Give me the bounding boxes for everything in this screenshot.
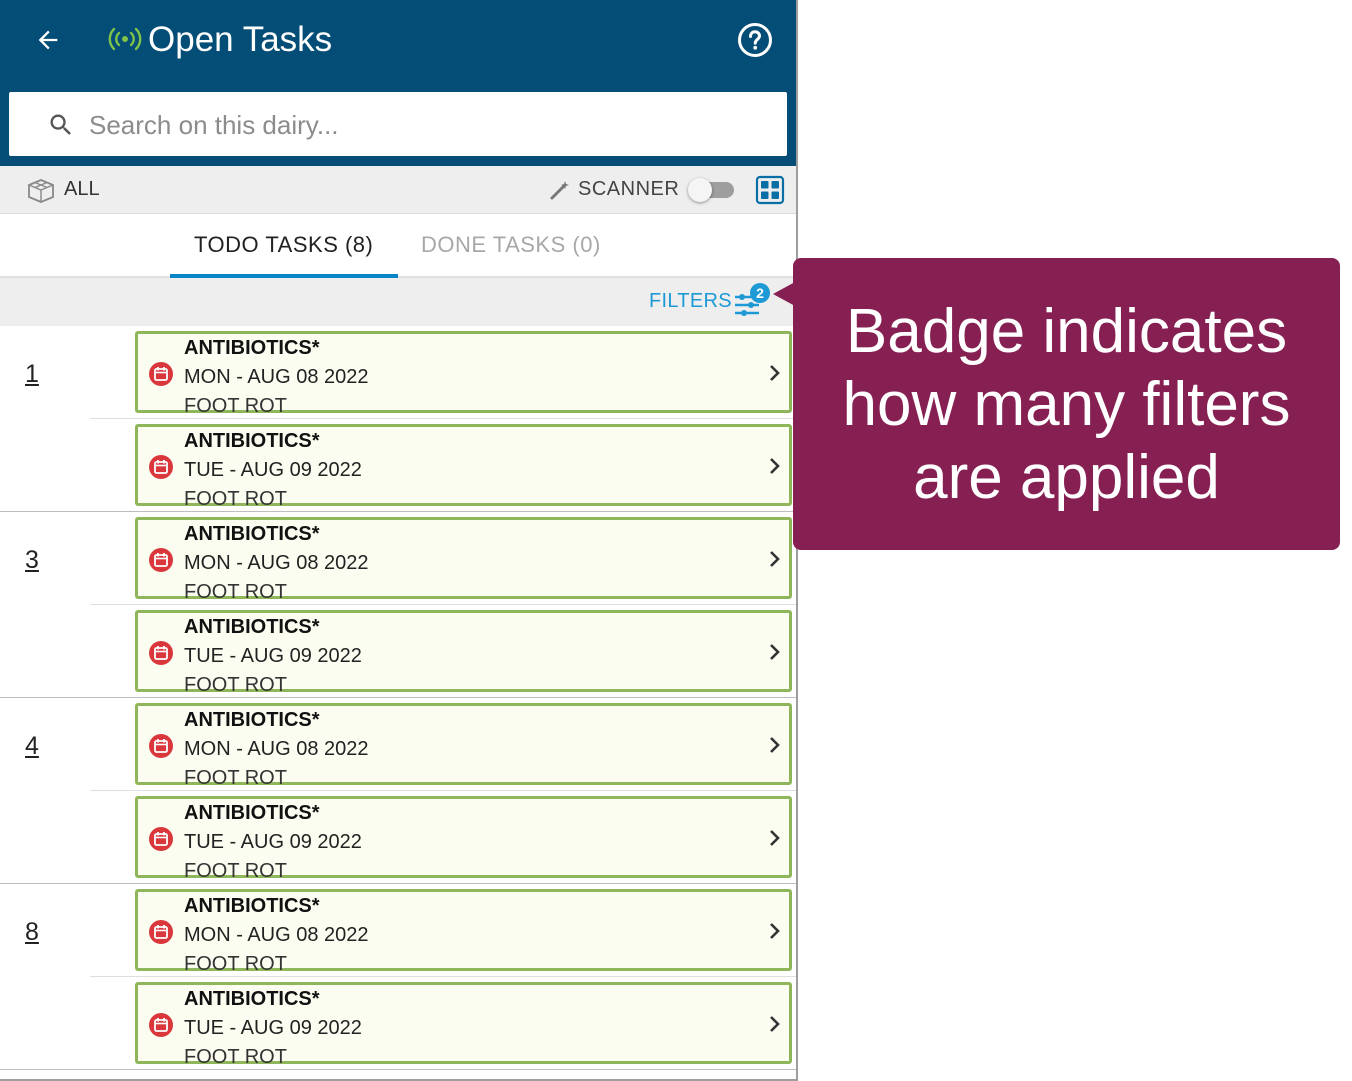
calendar-icon	[149, 362, 173, 386]
app-screen: Open Tasks ALL SCANNER	[0, 0, 798, 1081]
task-date: TUE - AUG 09 2022	[184, 1017, 362, 1039]
animal-group: 1 ANTIBIOTICS* MON - AUG 08 2022 FOOT RO…	[0, 326, 796, 512]
wand-icon	[550, 181, 569, 200]
task-date: TUE - AUG 09 2022	[184, 645, 362, 667]
search-input[interactable]	[89, 106, 749, 144]
back-button[interactable]	[30, 22, 66, 58]
chevron-right-icon	[770, 551, 780, 567]
chevron-right-icon	[770, 458, 780, 474]
task-date: TUE - AUG 09 2022	[184, 459, 362, 481]
filters-count-badge: 2	[750, 283, 770, 303]
help-circle-icon[interactable]	[736, 21, 774, 59]
task-card[interactable]: ANTIBIOTICS* MON - AUG 08 2022 FOOT ROT	[135, 517, 792, 603]
chevron-right-icon	[770, 830, 780, 846]
task-title: ANTIBIOTICS*	[184, 430, 320, 452]
chevron-right-icon	[770, 644, 780, 660]
filters-label: FILTERS	[649, 290, 732, 312]
animal-group: 4 ANTIBIOTICS* MON - AUG 08 2022 FOOT RO…	[0, 698, 796, 884]
filter-bar: FILTERS 2	[0, 278, 796, 326]
calendar-icon	[149, 827, 173, 851]
tab-done-tasks[interactable]: DONE TASKS (0)	[421, 232, 601, 258]
search-icon	[50, 114, 71, 135]
task-title: ANTIBIOTICS*	[184, 802, 320, 824]
task-note: FOOT ROT	[184, 860, 287, 882]
all-animals-selector[interactable]: ALL	[64, 178, 100, 201]
chevron-right-icon	[770, 365, 780, 381]
task-date: MON - AUG 08 2022	[184, 552, 369, 574]
task-note: FOOT ROT	[184, 674, 287, 696]
task-card[interactable]: ANTIBIOTICS* TUE - AUG 09 2022 FOOT ROT	[135, 796, 792, 882]
cow-icon	[28, 179, 54, 203]
task-title: ANTIBIOTICS*	[184, 523, 320, 545]
animal-id-link[interactable]: 4	[25, 732, 39, 761]
callout-pointer	[773, 282, 795, 306]
filter-toolbar: ALL SCANNER	[0, 166, 796, 214]
task-title: ANTIBIOTICS*	[184, 709, 320, 731]
task-card[interactable]: ANTIBIOTICS* MON - AUG 08 2022 FOOT ROT	[135, 889, 792, 975]
search-bar	[9, 92, 787, 156]
task-date: MON - AUG 08 2022	[184, 924, 369, 946]
task-note: FOOT ROT	[184, 488, 287, 510]
app-bar: Open Tasks	[0, 0, 796, 166]
chevron-right-icon	[770, 923, 780, 939]
task-title: ANTIBIOTICS*	[184, 616, 320, 638]
task-date: TUE - AUG 09 2022	[184, 831, 362, 853]
task-note: FOOT ROT	[184, 581, 287, 603]
calendar-icon	[149, 920, 173, 944]
tab-todo-tasks[interactable]: TODO TASKS (8)	[194, 232, 373, 258]
task-note: FOOT ROT	[184, 953, 287, 975]
task-tabs: TODO TASKS (8) DONE TASKS (0)	[0, 214, 796, 278]
scanner-label: SCANNER	[578, 178, 680, 200]
task-date: MON - AUG 08 2022	[184, 366, 369, 388]
row-divider	[90, 790, 796, 791]
calendar-icon	[149, 455, 173, 479]
toggle-thumb	[688, 178, 712, 202]
animal-group: 3 ANTIBIOTICS* MON - AUG 08 2022 FOOT RO…	[0, 512, 796, 698]
task-card[interactable]: ANTIBIOTICS* MON - AUG 08 2022 FOOT ROT	[135, 703, 792, 789]
signal-broadcast-icon	[108, 27, 142, 51]
calendar-icon	[149, 1013, 173, 1037]
task-note: FOOT ROT	[184, 1046, 287, 1068]
task-title: ANTIBIOTICS*	[184, 895, 320, 917]
task-note: FOOT ROT	[184, 767, 287, 789]
chevron-right-icon	[770, 737, 780, 753]
callout-text: Badge indicates how many filters are app…	[842, 296, 1291, 512]
task-card[interactable]: ANTIBIOTICS* TUE - AUG 09 2022 FOOT ROT	[135, 982, 792, 1068]
page-title: Open Tasks	[148, 20, 333, 59]
calendar-icon	[149, 548, 173, 572]
task-card[interactable]: ANTIBIOTICS* MON - AUG 08 2022 FOOT ROT	[135, 331, 792, 417]
task-title: ANTIBIOTICS*	[184, 337, 320, 359]
annotation-callout: Badge indicates how many filters are app…	[793, 258, 1340, 550]
calendar-icon	[149, 734, 173, 758]
animal-id-link[interactable]: 8	[25, 918, 39, 947]
animal-id-link[interactable]: 1	[25, 360, 39, 389]
row-divider	[90, 976, 796, 977]
calendar-icon	[149, 641, 173, 665]
animal-group: 8 ANTIBIOTICS* MON - AUG 08 2022 FOOT RO…	[0, 884, 796, 1070]
task-card[interactable]: ANTIBIOTICS* TUE - AUG 09 2022 FOOT ROT	[135, 610, 792, 696]
chevron-right-icon	[770, 1016, 780, 1032]
task-date: MON - AUG 08 2022	[184, 738, 369, 760]
task-note: FOOT ROT	[184, 395, 287, 417]
row-divider	[90, 418, 796, 419]
grid-view-icon[interactable]	[755, 175, 785, 205]
arrow-back-icon	[38, 30, 58, 50]
row-divider	[90, 604, 796, 605]
filters-button[interactable]: FILTERS 2	[649, 283, 770, 316]
animal-id-link[interactable]: 3	[25, 546, 39, 575]
task-title: ANTIBIOTICS*	[184, 988, 320, 1010]
task-card[interactable]: ANTIBIOTICS* TUE - AUG 09 2022 FOOT ROT	[135, 424, 792, 510]
scanner-toggle[interactable]	[688, 178, 736, 202]
task-list: 1 ANTIBIOTICS* MON - AUG 08 2022 FOOT RO…	[0, 326, 796, 1070]
